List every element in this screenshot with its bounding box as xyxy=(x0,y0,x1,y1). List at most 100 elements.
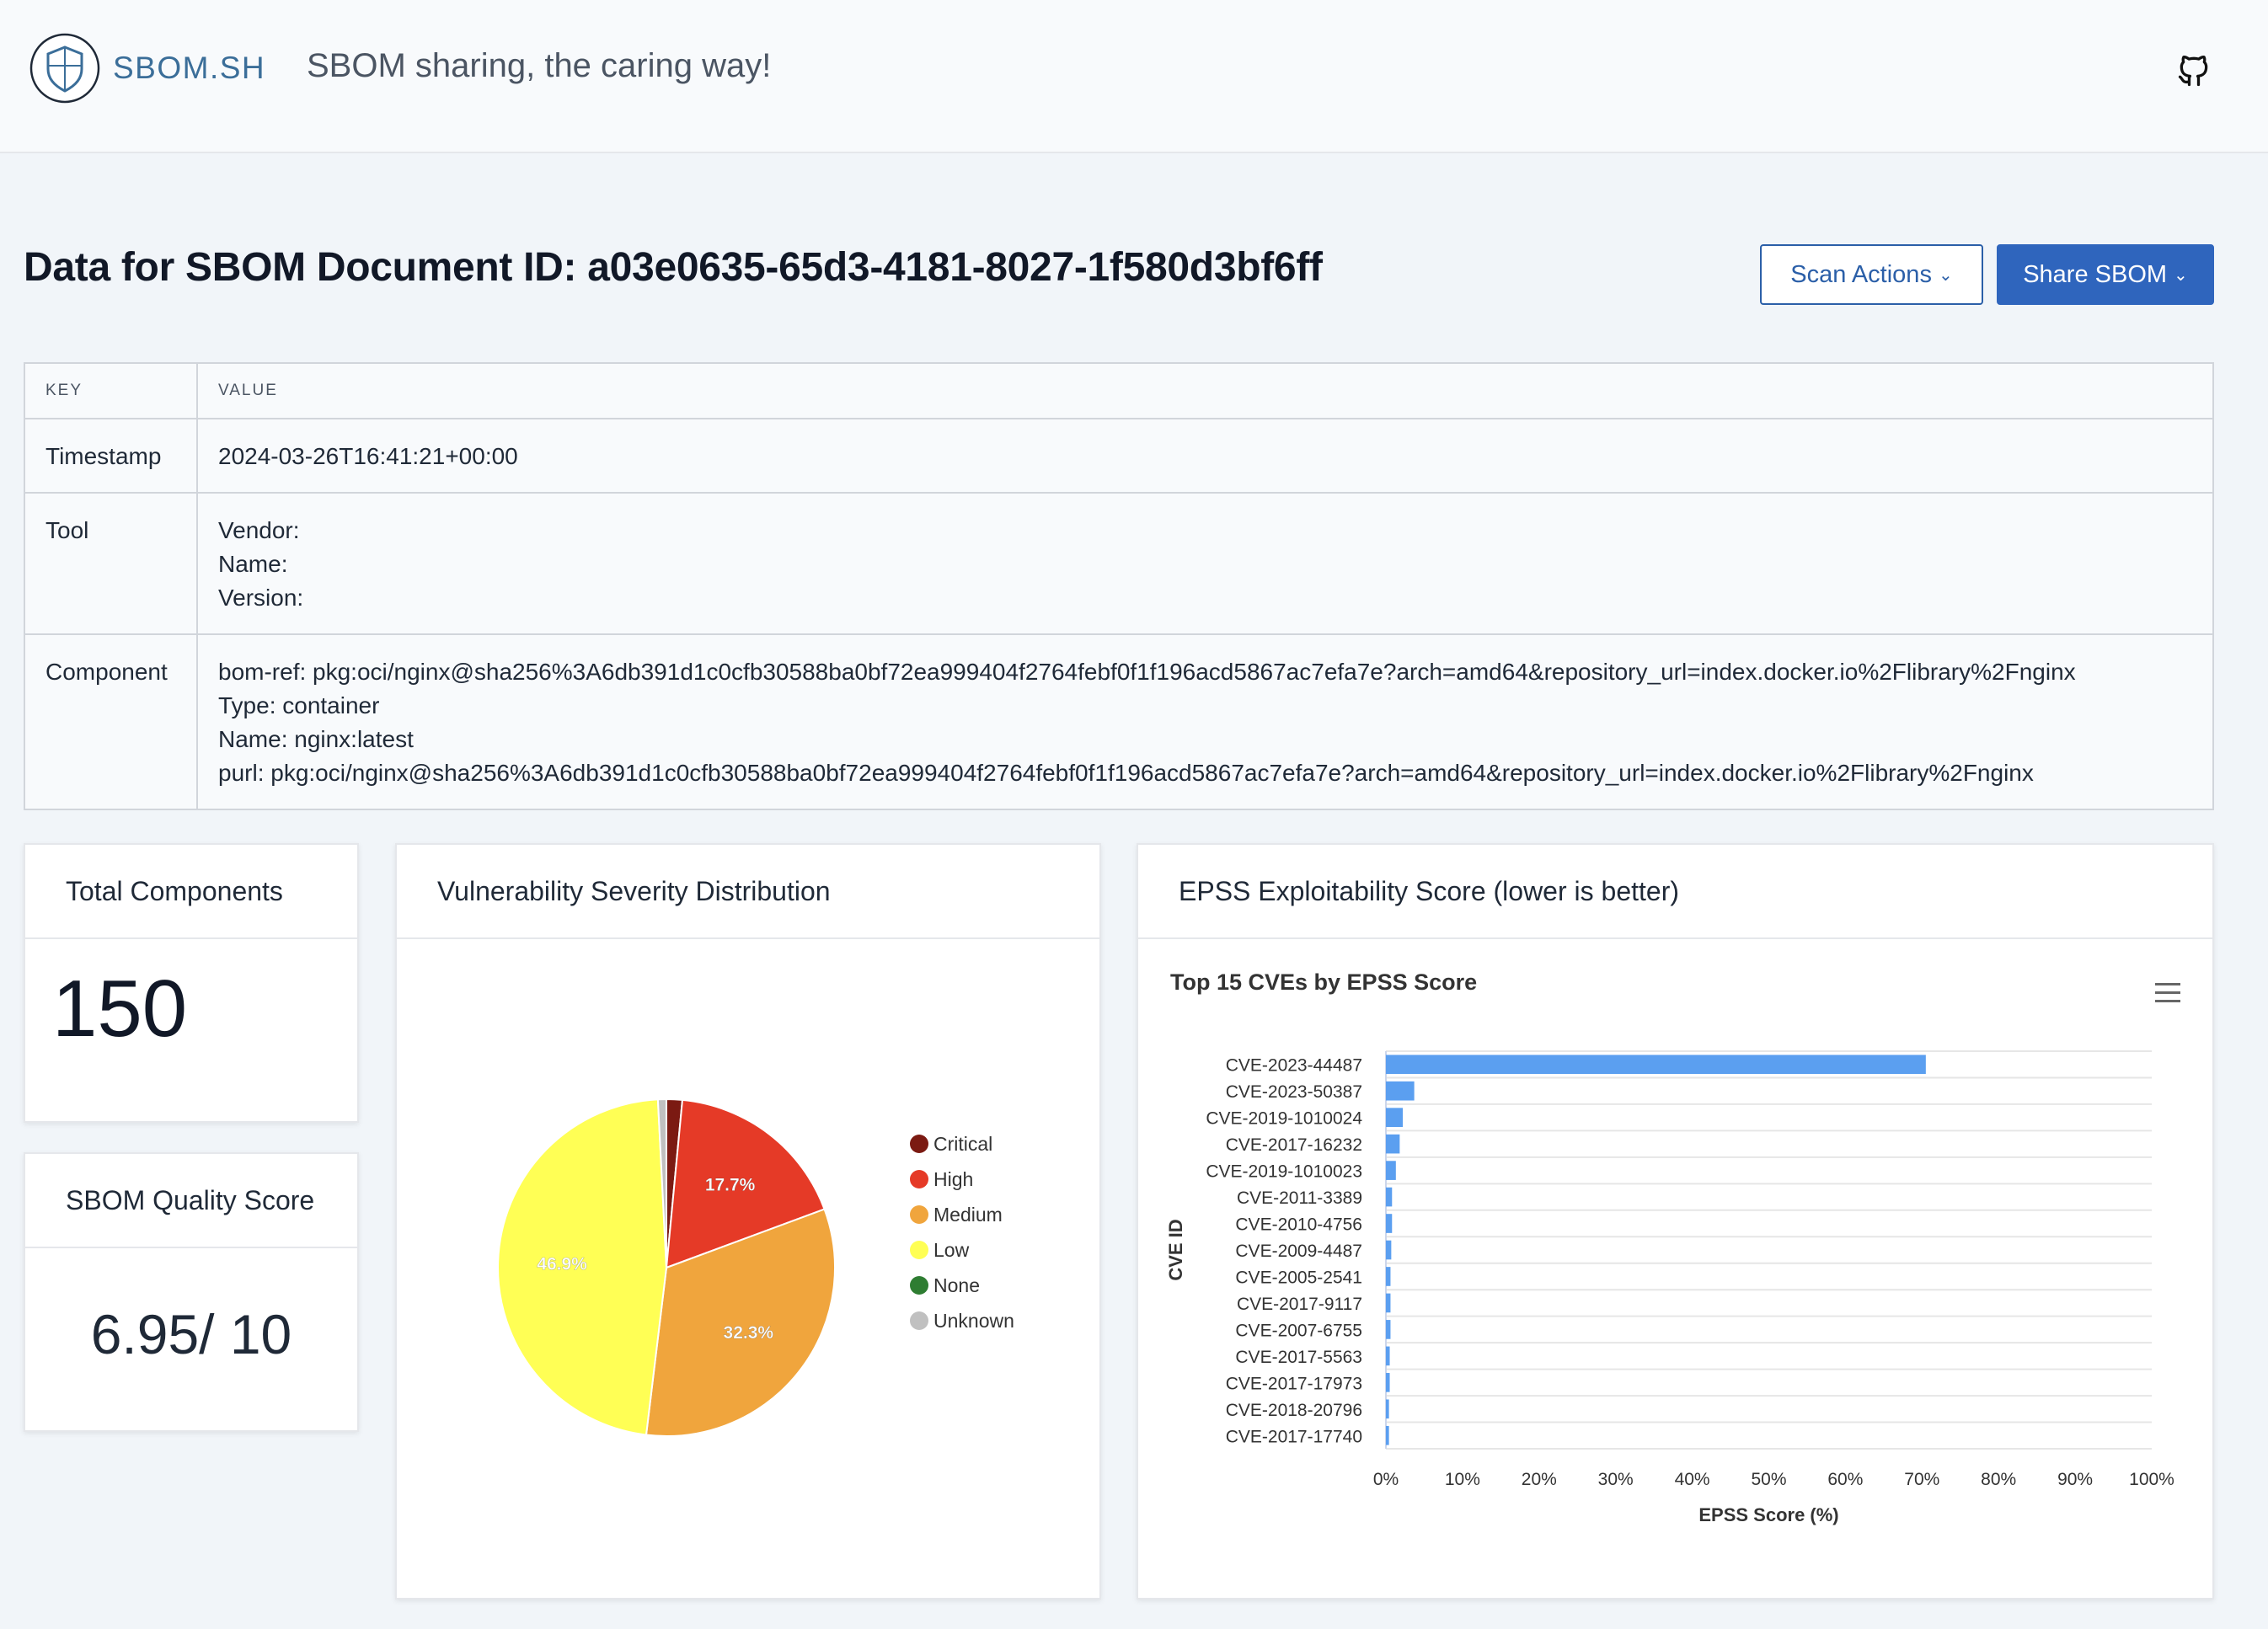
table-row-tool: Tool Vendor: Name: Version: xyxy=(24,493,2213,635)
x-axis-title: EPSS Score (%) xyxy=(1698,1504,1838,1525)
legend-marker-high xyxy=(910,1170,928,1188)
scan-actions-label: Scan Actions xyxy=(1790,260,1932,288)
legend-marker-unknown xyxy=(910,1311,928,1330)
y-tick-label: CVE-2007-6755 xyxy=(1235,1321,1362,1340)
tool-key: Tool xyxy=(24,493,198,635)
github-icon[interactable] xyxy=(2175,52,2212,89)
component-purl: purl: pkg:oci/nginx@sha256%3A6db391d1c0c… xyxy=(218,760,2034,786)
legend-marker-medium xyxy=(910,1205,928,1224)
chevron-down-icon: ⌄ xyxy=(2174,265,2188,285)
shield-logo-icon[interactable] xyxy=(29,32,101,104)
x-tick-label: 30% xyxy=(1598,1470,1634,1489)
table-row-component: Component bom-ref: pkg:oci/nginx@sha256%… xyxy=(24,634,2213,810)
bar-cve-2023-44487[interactable] xyxy=(1386,1055,1926,1075)
chart-menu-icon[interactable] xyxy=(2155,983,2180,1002)
x-tick-label: 90% xyxy=(2057,1470,2093,1489)
top-navbar: SBOM.SH SBOM sharing, the caring way! xyxy=(0,0,2268,153)
y-tick-label: CVE-2018-20796 xyxy=(1226,1401,1362,1420)
chart-title: Top 15 CVEs by EPSS Score xyxy=(1170,969,1477,995)
tagline: SBOM sharing, the caring way! xyxy=(307,47,772,84)
y-tick-label: CVE-2011-3389 xyxy=(1237,1188,1362,1208)
chevron-down-icon: ⌄ xyxy=(1938,265,1953,285)
bar-cve-2018-20796[interactable] xyxy=(1386,1399,1389,1419)
tool-version: Version: xyxy=(218,585,304,611)
tool-value: Vendor: Name: Version: xyxy=(197,493,2213,635)
component-key: Component xyxy=(24,634,198,810)
y-tick-label: CVE-2009-4487 xyxy=(1235,1242,1362,1261)
component-value: bom-ref: pkg:oci/nginx@sha256%3A6db391d1… xyxy=(197,634,2213,810)
x-tick-label: 0% xyxy=(1373,1470,1399,1489)
legend-label-high[interactable]: High xyxy=(933,1168,973,1190)
bar-cve-2019-1010024[interactable] xyxy=(1386,1108,1403,1127)
table-row-timestamp: Timestamp 2024-03-26T16:41:21+00:00 xyxy=(24,419,2213,494)
y-tick-label: CVE-2010-4756 xyxy=(1235,1215,1362,1235)
total-components-card: Total Components 150 xyxy=(24,843,359,1123)
tool-vendor: Vendor: xyxy=(218,517,300,543)
bar-cve-2017-5563[interactable] xyxy=(1386,1346,1390,1366)
column-header-key: KEY xyxy=(24,363,198,419)
brand-name[interactable]: SBOM.SH xyxy=(113,51,265,86)
y-axis-title: CVE ID xyxy=(1165,1219,1186,1280)
timestamp-value: 2024-03-26T16:41:21+00:00 xyxy=(197,419,2213,494)
legend-label-unknown[interactable]: Unknown xyxy=(933,1310,1014,1332)
quality-score-value: 6.95/ 10 xyxy=(90,1303,292,1365)
epss-bar-chart: Top 15 CVEs by EPSS Score CVE-2023-44487 C… xyxy=(1165,969,2180,1525)
legend-label-low[interactable]: Low xyxy=(933,1239,970,1261)
component-bom-ref: bom-ref: pkg:oci/nginx@sha256%3A6db391d1… xyxy=(218,659,2076,685)
sbom-metadata-table: KEY VALUE Timestamp 2024-03-26T16:41:21+… xyxy=(24,362,2214,810)
severity-pie-chart: 17.7% 32.3% 46.9% Critical High Medium Low None… xyxy=(497,1098,1014,1437)
x-tick-label: 80% xyxy=(1981,1470,2016,1489)
legend-marker-critical xyxy=(910,1135,928,1153)
legend-label-medium[interactable]: Medium xyxy=(933,1204,1003,1226)
bar-cve-2017-17740[interactable] xyxy=(1386,1425,1389,1445)
legend-label-critical[interactable]: Critical xyxy=(933,1133,992,1155)
table-header-row: KEY VALUE xyxy=(24,363,2213,419)
share-sbom-label: Share SBOM xyxy=(2023,260,2168,288)
quality-score-card: SBOM Quality Score 6.95/ 10 xyxy=(24,1152,359,1432)
x-tick-label: 10% xyxy=(1445,1470,1480,1489)
y-tick-label: CVE-2017-16232 xyxy=(1226,1135,1362,1155)
bar-cve-2010-4756[interactable] xyxy=(1386,1214,1393,1233)
pie-data-label: 32.3% xyxy=(724,1323,774,1343)
bar-cve-2017-9117[interactable] xyxy=(1386,1293,1391,1313)
y-tick-label: CVE-2005-2541 xyxy=(1235,1268,1362,1287)
component-name: Name: nginx:latest xyxy=(218,726,414,752)
bar-cve-2007-6755[interactable] xyxy=(1386,1320,1391,1339)
x-tick-label: 20% xyxy=(1522,1470,1557,1489)
x-tick-label: 70% xyxy=(1904,1470,1939,1489)
bar-cve-2009-4487[interactable] xyxy=(1386,1240,1392,1260)
x-tick-label: 100% xyxy=(2129,1470,2174,1489)
scan-actions-button[interactable]: Scan Actions ⌄ xyxy=(1760,244,1983,305)
epss-score-card: EPSS Exploitability Score (lower is bett… xyxy=(1137,843,2214,1600)
pie-data-label: 46.9% xyxy=(537,1255,587,1274)
y-tick-label: CVE-2017-5563 xyxy=(1235,1348,1362,1367)
x-tick-label: 50% xyxy=(1751,1470,1786,1489)
legend-marker-low xyxy=(910,1241,928,1259)
bar-cve-2005-2541[interactable] xyxy=(1386,1267,1391,1286)
share-sbom-button[interactable]: Share SBOM ⌄ xyxy=(1997,244,2214,305)
component-type: Type: container xyxy=(218,692,380,718)
page-title: Data for SBOM Document ID: a03e0635-65d3… xyxy=(24,245,1323,290)
y-tick-label: CVE-2019-1010024 xyxy=(1206,1109,1362,1129)
y-tick-label: CVE-2023-50387 xyxy=(1226,1082,1362,1102)
bar-cve-2019-1010023[interactable] xyxy=(1386,1161,1396,1180)
y-tick-label: CVE-2023-44487 xyxy=(1226,1056,1362,1076)
quality-score-title: SBOM Quality Score xyxy=(25,1154,357,1248)
x-tick-label: 40% xyxy=(1675,1470,1710,1489)
total-components-title: Total Components xyxy=(25,845,357,939)
y-tick-label: CVE-2019-1010023 xyxy=(1206,1162,1362,1182)
legend-label-none[interactable]: None xyxy=(933,1274,980,1296)
y-tick-label: CVE-2017-9117 xyxy=(1237,1295,1362,1314)
tool-name: Name: xyxy=(218,551,288,577)
bar-cve-2011-3389[interactable] xyxy=(1386,1187,1393,1207)
legend-marker-none xyxy=(910,1276,928,1295)
severity-distribution-card: Vulnerability Severity Distribution 17.7… xyxy=(395,843,1101,1600)
pie-data-label: 17.7% xyxy=(705,1176,756,1195)
y-tick-label: CVE-2017-17973 xyxy=(1226,1374,1362,1393)
bar-cve-2017-16232[interactable] xyxy=(1386,1134,1400,1154)
y-tick-label: CVE-2017-17740 xyxy=(1226,1427,1362,1446)
total-components-value: 150 xyxy=(52,964,188,1054)
bar-cve-2017-17973[interactable] xyxy=(1386,1373,1390,1392)
bar-cve-2023-50387[interactable] xyxy=(1386,1081,1415,1101)
x-tick-label: 60% xyxy=(1827,1470,1863,1489)
